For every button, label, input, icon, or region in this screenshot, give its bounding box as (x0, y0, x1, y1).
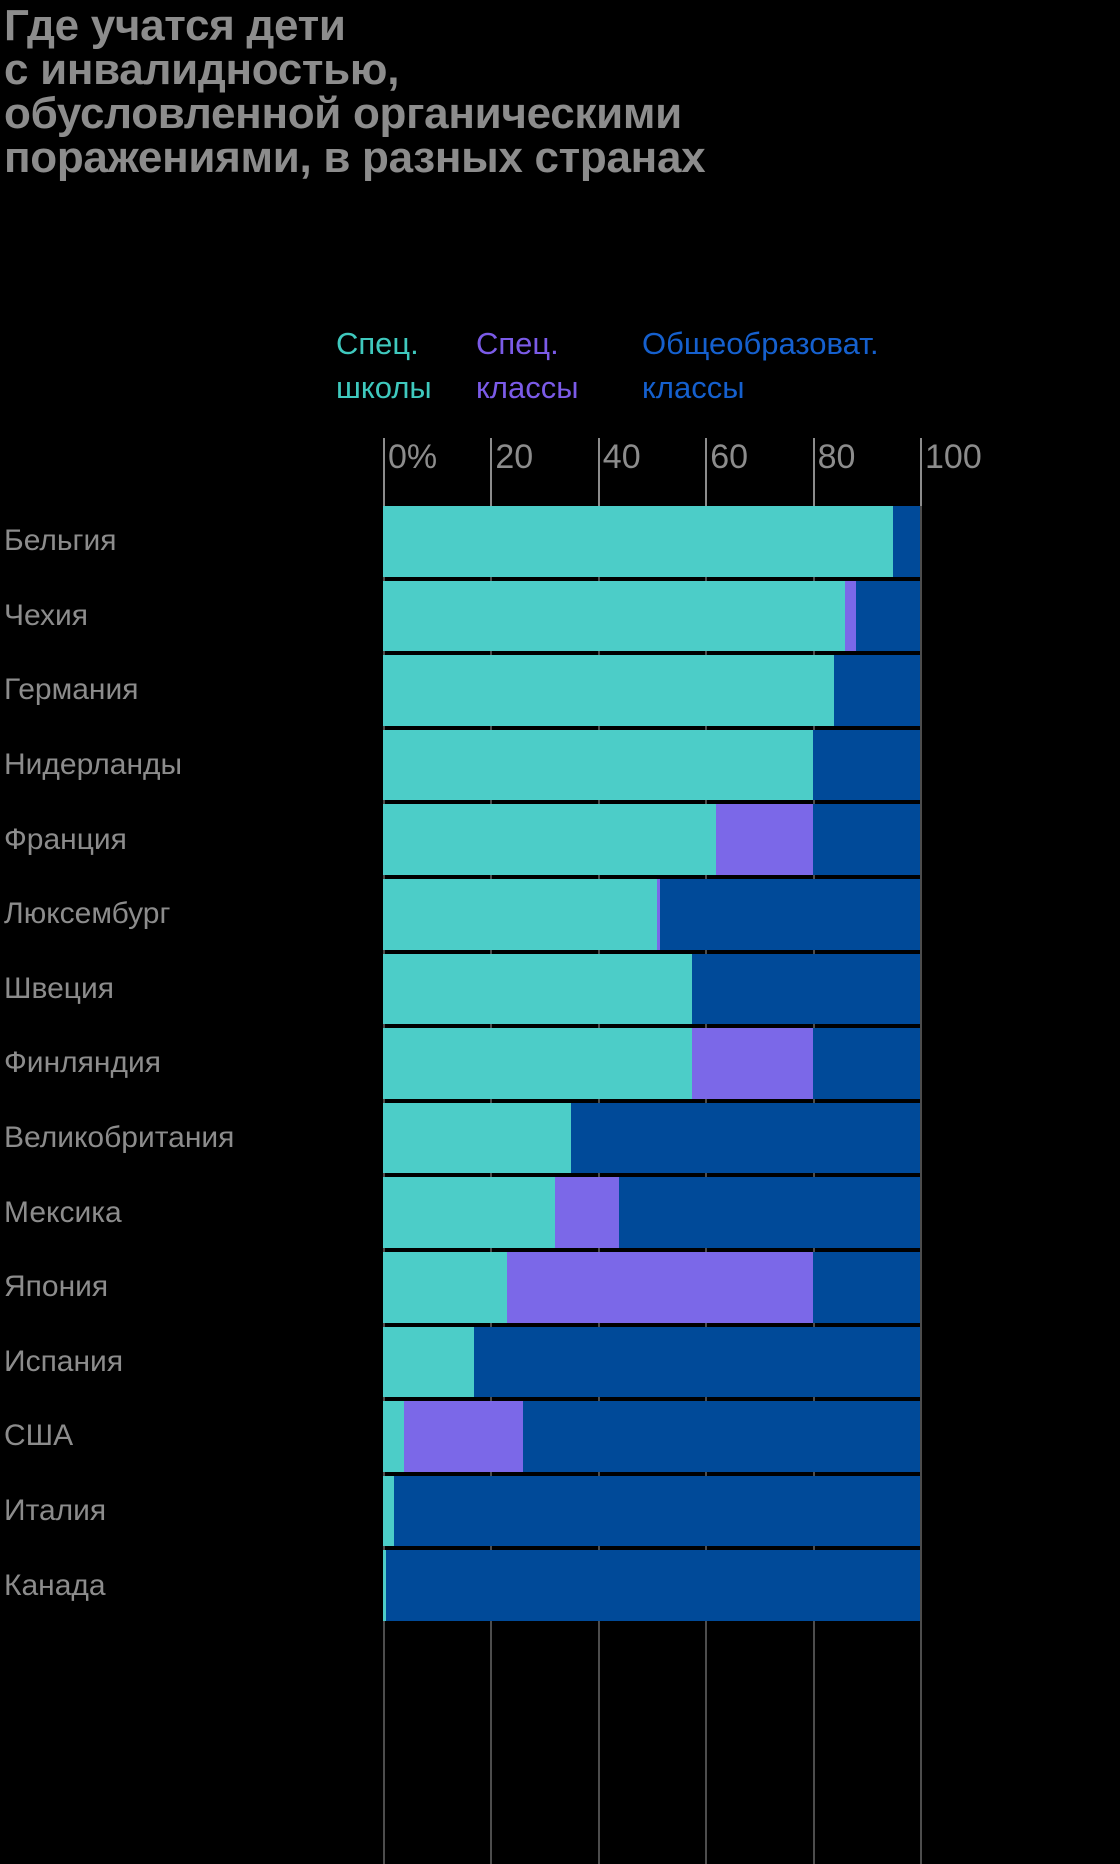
x-axis-tick-label: 100 (925, 438, 982, 476)
bar-segment-special-classes (715, 804, 813, 875)
stacked-bar (383, 580, 920, 652)
bar-segment-special-schools (383, 655, 835, 726)
bar-segment-general-classes (893, 506, 920, 577)
bar-segment-general-classes (522, 1401, 920, 1472)
chart-row: Бельгия (0, 506, 1120, 577)
bar-segment-general-classes (812, 1028, 920, 1099)
bar-segment-special-classes (554, 1177, 620, 1248)
chart-row: Чехия (0, 580, 1120, 652)
stacked-bar (383, 729, 920, 801)
x-axis-tick-line (490, 438, 493, 506)
bar-segment-general-classes (570, 1102, 920, 1174)
row-label-country: Испания (4, 1344, 124, 1378)
stacked-bar (383, 878, 920, 950)
bar-segment-special-schools (383, 1028, 692, 1099)
chart-row: Великобритания (0, 1102, 1120, 1174)
stacked-bar (383, 506, 920, 577)
bar-segment-special-classes (844, 580, 856, 652)
chart-row: Италия (0, 1475, 1120, 1547)
bar-segment-special-classes (404, 1401, 523, 1472)
bar-segment-special-schools (383, 580, 845, 652)
stacked-bar (383, 1401, 920, 1472)
x-axis-tick-line (705, 438, 708, 506)
x-axis-tick-line (597, 438, 600, 506)
bar-segment-special-schools (383, 1251, 507, 1323)
chart-row: США (0, 1401, 1120, 1472)
row-label-country: Германия (4, 673, 139, 707)
x-axis-tick-line (383, 438, 385, 506)
chart-row: Финляндия (0, 1028, 1120, 1099)
bar-segment-general-classes (855, 580, 920, 652)
row-label-country: Нидерланды (4, 748, 183, 782)
x-axis-tick-label: 60 (710, 438, 749, 476)
row-label-country: Мексика (4, 1195, 122, 1229)
bar-segment-special-classes (691, 1028, 813, 1099)
bar-segment-general-classes (691, 953, 920, 1025)
bar-segment-special-schools (383, 1326, 475, 1398)
bar-segment-general-classes (659, 878, 920, 950)
chart-row: Канада (0, 1550, 1120, 1621)
x-axis: 0% 20 40 60 80 100 (383, 438, 982, 506)
bar-segment-special-classes (506, 1251, 813, 1323)
stacked-bar (383, 953, 920, 1025)
row-label-country: Бельгия (4, 524, 117, 558)
bar-segment-general-classes (812, 804, 920, 875)
row-label-country: Канада (4, 1568, 106, 1602)
chart-row: Швеция (0, 953, 1120, 1025)
stacked-bar (383, 1177, 920, 1248)
row-label-country: Япония (4, 1270, 109, 1304)
x-axis-tick-label: 40 (602, 438, 641, 476)
bar-segment-special-schools (383, 506, 894, 577)
row-label-country: Италия (4, 1494, 107, 1528)
stacked-bar (383, 1550, 920, 1621)
chart-row: Мексика (0, 1177, 1120, 1248)
row-label-country: Чехия (4, 598, 89, 632)
x-axis-tick-line (812, 438, 815, 506)
bar-segment-general-classes (834, 655, 920, 726)
chart-row: Испания (0, 1326, 1120, 1398)
bar-segment-general-classes (619, 1177, 920, 1248)
chart-row: Франция (0, 804, 1120, 875)
bar-segment-special-schools (383, 729, 813, 801)
stacked-bar (383, 804, 920, 875)
bar-segment-general-classes (474, 1326, 920, 1398)
row-label-country: Франция (4, 822, 127, 856)
bar-segment-special-schools (383, 878, 657, 950)
stacked-bar (383, 1251, 920, 1323)
chart-row: Япония (0, 1251, 1120, 1323)
bar-segment-special-schools (383, 1475, 394, 1547)
row-label-country: Люксембург (4, 897, 171, 931)
stacked-bar (383, 655, 920, 726)
bar-segment-general-classes (812, 729, 920, 801)
bar-segment-general-classes (393, 1475, 920, 1547)
chart-row: Германия (0, 655, 1120, 726)
bar-segment-special-schools (383, 804, 716, 875)
row-label-country: Великобритания (4, 1121, 235, 1155)
x-axis-tick-label: 0% (388, 438, 438, 476)
x-axis-tick-line (920, 438, 922, 506)
chart-rows: Бельгия Чехия Германия Нидерланды Франция Люк… (0, 506, 1120, 1625)
stacked-bar-chart: 0% 20 40 60 80 100 Бельгия Чехия Германия Нидерл… (0, 0, 1120, 1864)
row-label-country: Швеция (4, 971, 114, 1005)
bar-segment-special-schools (383, 1102, 571, 1174)
stacked-bar (383, 1326, 920, 1398)
row-label-country: Финляндия (4, 1046, 161, 1080)
bar-segment-special-schools (383, 1177, 555, 1248)
bar-segment-general-classes (385, 1550, 920, 1621)
x-axis-tick-label: 80 (817, 438, 856, 476)
chart-row: Люксембург (0, 878, 1120, 950)
stacked-bar (383, 1028, 920, 1099)
x-axis-tick-label: 20 (495, 438, 534, 476)
bar-segment-special-schools (383, 1401, 405, 1472)
chart-row: Нидерланды (0, 729, 1120, 801)
row-label-country: США (4, 1419, 74, 1453)
bar-segment-special-schools (383, 953, 692, 1025)
stacked-bar (383, 1102, 920, 1174)
stacked-bar (383, 1475, 920, 1547)
bar-segment-general-classes (812, 1251, 920, 1323)
